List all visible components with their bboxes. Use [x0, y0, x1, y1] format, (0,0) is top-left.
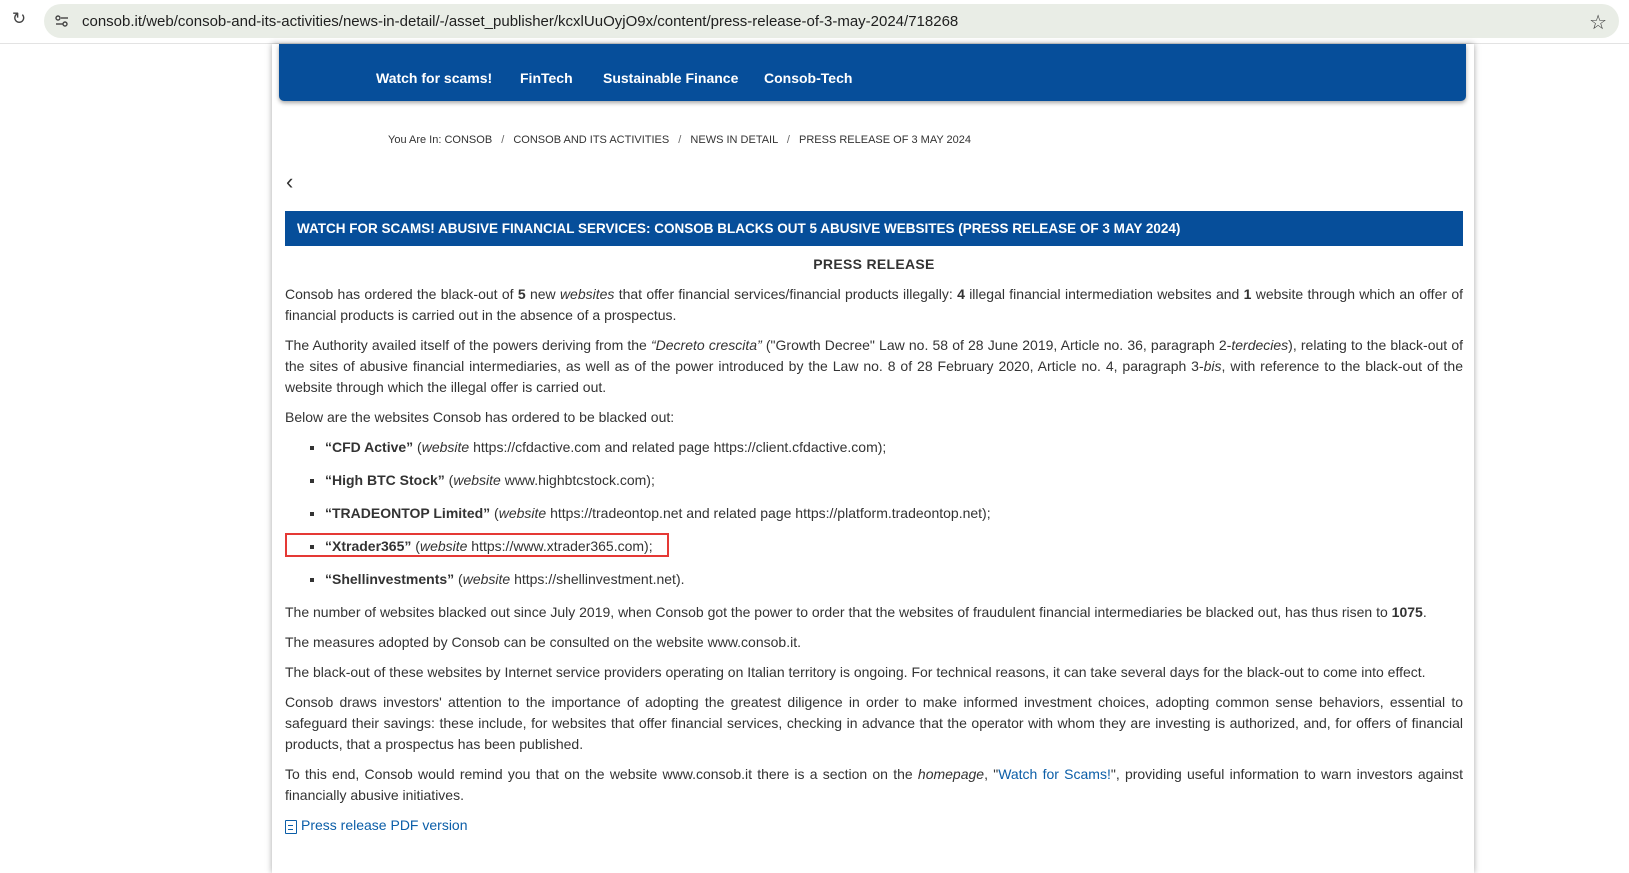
list-item: “Shellinvestments” (website https://shel… — [325, 569, 1463, 590]
paragraph-reminder: To this end, Consob would remind you tha… — [285, 766, 1464, 803]
paragraph-authority: The Authority availed itself of the powe… — [285, 337, 1464, 395]
breadcrumb-item-activities[interactable]: CONSOB AND ITS ACTIVITIES — [513, 134, 669, 146]
reload-icon[interactable]: ↻ — [8, 8, 30, 30]
paragraph-intro: Consob has ordered the black-out of 5 ne… — [285, 286, 1463, 323]
nav-item-fintech[interactable]: FinTech — [520, 70, 573, 86]
breadcrumb-prefix: You Are In: — [388, 134, 442, 146]
breadcrumb: You Are In: CONSOB / CONSOB AND ITS ACTI… — [388, 134, 971, 146]
breadcrumb-separator: / — [786, 134, 790, 146]
paragraph-ongoing: The black-out of these websites by Inter… — [285, 664, 1426, 680]
article-body: PRESS RELEASE Consob has ordered the bla… — [285, 254, 1463, 836]
breadcrumb-separator: / — [501, 134, 505, 146]
highlight-box — [285, 533, 669, 557]
site-info-icon[interactable] — [54, 13, 70, 29]
breadcrumb-separator: / — [678, 134, 682, 146]
paragraph-list-intro: Below are the websites Consob has ordere… — [285, 409, 675, 425]
bookmark-star-icon[interactable]: ☆ — [1589, 10, 1607, 35]
paragraph-count: The number of websites blacked out since… — [285, 604, 1427, 620]
browser-toolbar: ↻ consob.it/web/consob-and-its-activitie… — [0, 0, 1629, 44]
press-release-heading: PRESS RELEASE — [813, 256, 935, 272]
paragraph-diligence: Consob draws investors' attention to the… — [285, 694, 1463, 752]
breadcrumb-item-news[interactable]: NEWS IN DETAIL — [690, 134, 777, 146]
paragraph-measures: The measures adopted by Consob can be co… — [285, 634, 801, 650]
pdf-document-icon[interactable] — [285, 819, 297, 834]
nav-item-consob-tech[interactable]: Consob-Tech — [764, 70, 852, 86]
list-item-highlighted: “Xtrader365” (website https://www.xtrade… — [285, 533, 1463, 557]
address-bar[interactable]: consob.it/web/consob-and-its-activities/… — [44, 4, 1619, 38]
main-navbar: Watch for scams! FinTech Sustainable Fin… — [279, 44, 1466, 101]
pdf-link-row[interactable]: Press release PDF version — [285, 815, 1463, 836]
article-title: WATCH FOR SCAMS! ABUSIVE FINANCIAL SERVI… — [285, 211, 1463, 246]
nav-item-watch-for-scams[interactable]: Watch for scams! — [376, 70, 492, 86]
list-item: “TRADEONTOP Limited” (website https://tr… — [325, 503, 1463, 524]
breadcrumb-item-current: PRESS RELEASE OF 3 MAY 2024 — [799, 134, 972, 146]
nav-item-sustainable-finance[interactable]: Sustainable Finance — [603, 70, 738, 86]
page-container: Watch for scams! FinTech Sustainable Fin… — [272, 44, 1474, 873]
blacked-out-sites-list: “CFD Active” (website https://cfdactive.… — [285, 437, 1463, 590]
list-item: “High BTC Stock” (website www.highbtcsto… — [325, 470, 1463, 491]
pdf-version-link[interactable]: Press release PDF version — [301, 815, 468, 836]
watch-for-scams-link[interactable]: Watch for Scams! — [998, 766, 1111, 782]
url-text[interactable]: consob.it/web/consob-and-its-activities/… — [82, 13, 958, 30]
list-item: “CFD Active” (website https://cfdactive.… — [325, 437, 1463, 458]
breadcrumb-item-consob[interactable]: CONSOB — [444, 134, 492, 146]
back-arrow-icon[interactable]: ‹ — [286, 169, 293, 195]
